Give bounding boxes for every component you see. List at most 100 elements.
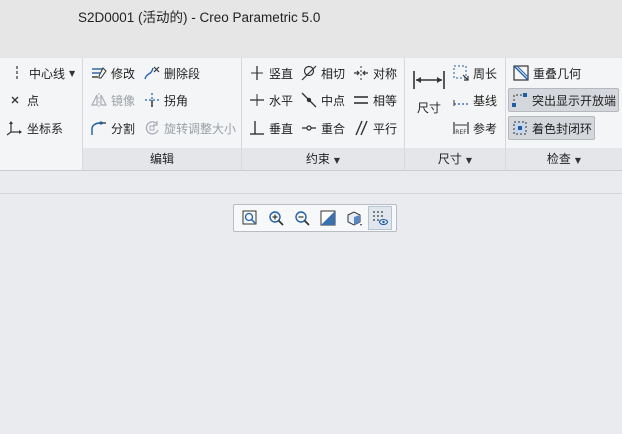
highlight-open-ends-icon [511,91,529,109]
chevron-down-icon[interactable]: ▼ [69,69,75,78]
constrain-group-label: 约束 [305,152,330,166]
delete-segment-button[interactable]: 删除段 [141,62,202,84]
vertical-constraint-icon [248,64,266,82]
group-edit: 修改 删除段 镜像 拐角 分割 旋转调整大小 编辑 [83,58,242,170]
centerline-icon [8,64,26,82]
coincident-constraint-button[interactable]: 重合 [298,117,347,139]
view-toolbar [233,204,397,232]
midpoint-icon [300,91,318,109]
baseline-icon [452,91,470,109]
dimension-group-footer[interactable]: 尺寸 ▼ [405,148,505,170]
rotate-resize-button[interactable]: 旋转调整大小 [141,117,238,139]
mirror-button[interactable]: 镜像 [88,89,137,111]
overlap-geometry-button[interactable]: 重叠几何 [510,62,583,84]
tangent-icon [300,64,318,82]
dimension-button[interactable]: 尺寸 [410,62,448,122]
perpendicular-constraint-button[interactable]: 垂直 [246,117,295,139]
constrain-group-footer[interactable]: 约束 ▼ [242,148,404,170]
perimeter-label: 周长 [473,66,498,81]
parallel-constraint-button[interactable]: 平行 [350,117,399,139]
symmetric-label: 对称 [373,66,398,81]
symmetric-icon [352,64,370,82]
chevron-down-icon: ▼ [574,156,582,165]
modify-icon [90,64,108,82]
modify-button[interactable]: 修改 [88,62,137,84]
mirror-label: 镜像 [111,93,136,108]
point-label: 点 [27,93,40,108]
refit-icon [242,210,257,225]
refit-button[interactable] [238,206,262,230]
sketcher-display-filter-button[interactable] [368,206,392,230]
symmetric-constraint-button[interactable]: 对称 [350,62,399,84]
point-icon [6,91,24,109]
rotate-resize-label: 旋转调整大小 [164,121,237,136]
point-button[interactable]: 点 [4,89,41,111]
equal-constraint-button[interactable]: 相等 [350,89,399,111]
zoom-in-icon [269,211,284,226]
perpendicular-label: 垂直 [269,121,294,136]
overlap-geometry-icon [512,64,530,82]
display-style-button[interactable] [342,206,366,230]
baseline-button[interactable]: 基线 [450,89,499,111]
centerline-button[interactable]: 中心线 ▼ [6,62,77,84]
repaint-icon [320,210,336,226]
zoom-out-icon [295,211,310,226]
edit-group-label: 编辑 [149,152,174,166]
coincident-label: 重合 [321,121,346,136]
edit-group-footer: 编辑 [83,148,241,170]
inspect-group-label: 检查 [546,152,571,166]
centerline-label: 中心线 [29,66,66,81]
tangent-constraint-button[interactable]: 相切 [298,62,347,84]
coordinate-system-icon [6,119,24,137]
zoom-in-button[interactable] [264,206,288,230]
perimeter-button[interactable]: 周长 [450,62,499,84]
vertical-label: 竖直 [269,66,294,81]
delete-segment-icon [143,64,161,82]
mirror-icon [90,91,108,109]
chevron-down-icon: ▼ [333,156,341,165]
divide-label: 分割 [111,121,136,136]
parallel-label: 平行 [373,121,398,136]
group-constrain: 竖直 相切 对称 水平 中点 相等 垂直 重合 平行 约束 ▼ [242,58,405,170]
coincident-icon [300,119,318,137]
midpoint-constraint-button[interactable]: 中点 [298,89,347,111]
delete-segment-label: 删除段 [164,66,201,81]
highlight-open-ends-label: 突出显示开放端 [532,93,617,108]
modify-label: 修改 [111,66,136,81]
svg-text:REF: REF [455,129,467,136]
divide-icon [90,119,108,137]
group-sketch: 中心线 ▼ 点 坐标系 [0,58,83,170]
coordsys-label: 坐标系 [27,121,64,136]
reference-button[interactable]: REF 参考 [450,117,499,139]
chevron-down-icon: ▼ [465,156,473,165]
sketcher-display-filter-icon [373,211,389,226]
reference-label: 参考 [473,121,498,136]
midpoint-label: 中点 [321,93,346,108]
ribbon: 中心线 ▼ 点 坐标系 修改 删除段 镜像 拐角 分割 旋转调整大小 编辑 竖直… [0,58,622,171]
horizontal-label: 水平 [269,93,294,108]
overlap-geometry-label: 重叠几何 [533,66,582,81]
rotate-resize-icon [143,119,161,137]
window-title: S2D0001 (活动的) - Creo Parametric 5.0 [78,10,321,25]
highlight-open-ends-button[interactable]: 突出显示开放端 [508,88,620,112]
perpendicular-icon [248,119,266,137]
parallel-icon [352,119,370,137]
shade-closed-loops-label: 着色封闭环 [532,121,593,136]
repaint-button[interactable] [316,206,340,230]
horizontal-constraint-icon [248,91,266,109]
tangent-label: 相切 [321,66,346,81]
dimension-group-label: 尺寸 [437,152,462,166]
reference-dimension-icon: REF [452,119,470,137]
baseline-label: 基线 [473,93,498,108]
perimeter-icon [452,64,470,82]
corner-button[interactable]: 拐角 [141,89,190,111]
divide-button[interactable]: 分割 [88,117,137,139]
horizontal-constraint-button[interactable]: 水平 [246,89,295,111]
shade-closed-loops-button[interactable]: 着色封闭环 [508,116,596,140]
inspect-group-footer[interactable]: 检查 ▼ [506,148,622,170]
coordsys-button[interactable]: 坐标系 [4,117,65,139]
shade-closed-loops-icon [511,119,529,137]
vertical-constraint-button[interactable]: 竖直 [246,62,295,84]
dimension-label: 尺寸 [416,100,441,115]
zoom-out-button[interactable] [290,206,314,230]
